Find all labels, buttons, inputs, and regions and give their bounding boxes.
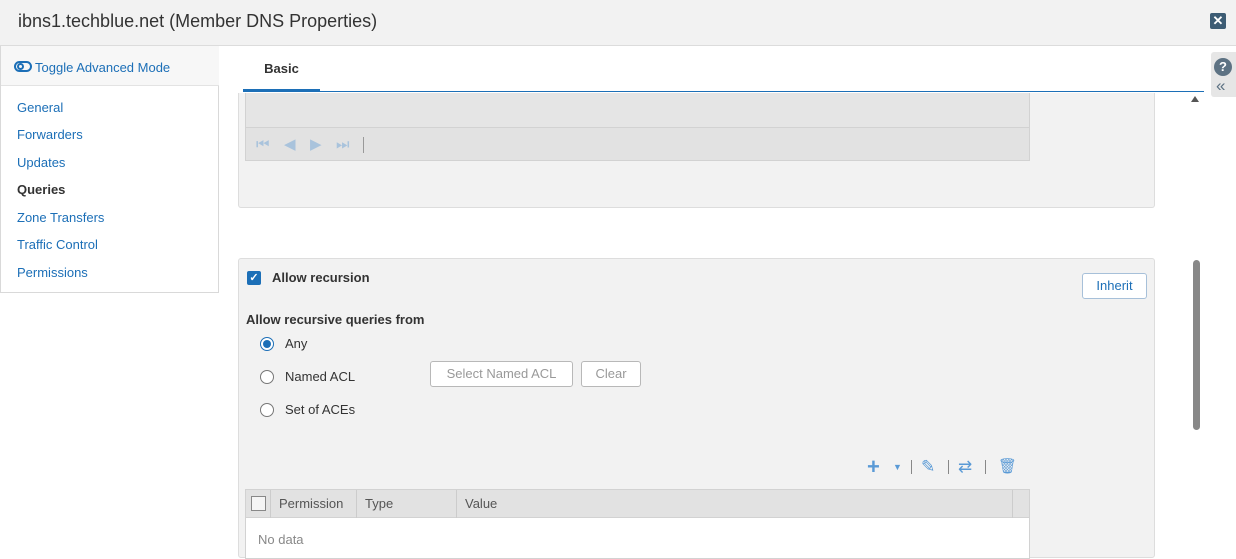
allow-recursion-label: Allow recursion bbox=[272, 270, 370, 285]
column-header-value[interactable]: Value bbox=[457, 490, 1013, 518]
dialog-titlebar: ibns1.techblue.net (Member DNS Propertie… bbox=[0, 0, 1236, 46]
ace-grid-header: Permission Type Value bbox=[246, 490, 1029, 518]
scroll-up-arrow-icon[interactable] bbox=[1191, 96, 1199, 102]
sidebar-item-permissions[interactable]: Permissions bbox=[17, 265, 88, 280]
chevron-down-icon[interactable]: ▼ bbox=[893, 458, 902, 476]
inherit-button[interactable]: Inherit bbox=[1082, 273, 1147, 299]
toggle-icon bbox=[14, 61, 32, 72]
column-header-permission[interactable]: Permission bbox=[271, 490, 357, 518]
grid-pager: ⏮ ◀ ▶ ⏭ bbox=[246, 127, 1029, 160]
ace-grid-empty-text: No data bbox=[258, 532, 304, 547]
sidebar-item-updates[interactable]: Updates bbox=[17, 155, 65, 170]
last-page-icon[interactable]: ⏭ bbox=[336, 137, 350, 153]
toolbar-divider bbox=[985, 460, 986, 474]
toolbar-divider bbox=[948, 460, 949, 474]
content-scrollbar[interactable] bbox=[1190, 96, 1202, 547]
double-chevron-left-icon[interactable]: « bbox=[1216, 77, 1225, 94]
scroll-thumb[interactable] bbox=[1193, 260, 1200, 430]
clear-button[interactable]: Clear bbox=[581, 361, 641, 387]
sidebar: Toggle Advanced Mode General Forwarders … bbox=[0, 46, 219, 293]
close-icon[interactable]: ✕ bbox=[1210, 13, 1226, 29]
help-icon[interactable]: ? bbox=[1214, 58, 1232, 76]
radio-set-of-aces[interactable] bbox=[260, 403, 274, 417]
ace-grid: Permission Type Value No data bbox=[245, 489, 1030, 559]
next-page-icon[interactable]: ▶ bbox=[310, 137, 322, 153]
sidebar-item-forwarders[interactable]: Forwarders bbox=[17, 127, 83, 142]
sidebar-item-traffic-control[interactable]: Traffic Control bbox=[17, 237, 98, 252]
pager-divider bbox=[363, 137, 364, 153]
sidebar-item-queries[interactable]: Queries bbox=[17, 182, 65, 197]
select-all-checkbox[interactable] bbox=[251, 496, 266, 511]
first-page-icon[interactable]: ⏮ bbox=[256, 137, 270, 153]
radio-named-acl[interactable] bbox=[260, 370, 274, 384]
radio-set-of-aces-label: Set of ACEs bbox=[285, 402, 356, 417]
tab-bar: Basic bbox=[243, 46, 1204, 92]
radio-any[interactable] bbox=[260, 337, 274, 351]
swap-icon[interactable]: ⇄ bbox=[958, 458, 972, 476]
sidebar-item-zone-transfers[interactable]: Zone Transfers bbox=[17, 210, 104, 225]
prev-page-icon[interactable]: ◀ bbox=[284, 137, 296, 153]
plus-icon[interactable]: + bbox=[867, 456, 880, 478]
sidebar-item-general[interactable]: General bbox=[17, 100, 63, 115]
trash-icon[interactable]: 🗑 bbox=[998, 458, 1017, 476]
select-all-cell bbox=[246, 490, 271, 518]
upper-grid: ⏮ ◀ ▶ ⏭ bbox=[245, 93, 1030, 161]
select-named-acl-button[interactable]: Select Named ACL bbox=[430, 361, 573, 387]
help-sidebar: ? « bbox=[1211, 52, 1236, 97]
recursive-queries-label: Allow recursive queries from bbox=[246, 312, 425, 327]
upper-panel: ⏮ ◀ ▶ ⏭ bbox=[238, 93, 1155, 208]
toggle-advanced-mode[interactable]: Toggle Advanced Mode bbox=[1, 46, 219, 86]
column-header-type[interactable]: Type bbox=[357, 490, 457, 518]
toggle-advanced-mode-label[interactable]: Toggle Advanced Mode bbox=[35, 60, 170, 75]
radio-any-label: Any bbox=[285, 336, 308, 351]
edit-icon[interactable]: ✎ bbox=[921, 458, 935, 476]
dialog-title: ibns1.techblue.net (Member DNS Propertie… bbox=[18, 11, 378, 31]
tab-basic[interactable]: Basic bbox=[243, 46, 320, 92]
ace-toolbar: + ▼ ✎ ⇄ 🗑 bbox=[867, 456, 1027, 478]
recursion-panel: ✓ Allow recursion Inherit Allow recursiv… bbox=[238, 258, 1155, 559]
toolbar-divider bbox=[911, 460, 912, 474]
radio-named-acl-label: Named ACL bbox=[285, 369, 356, 384]
allow-recursion-checkbox[interactable]: ✓ bbox=[247, 271, 261, 285]
